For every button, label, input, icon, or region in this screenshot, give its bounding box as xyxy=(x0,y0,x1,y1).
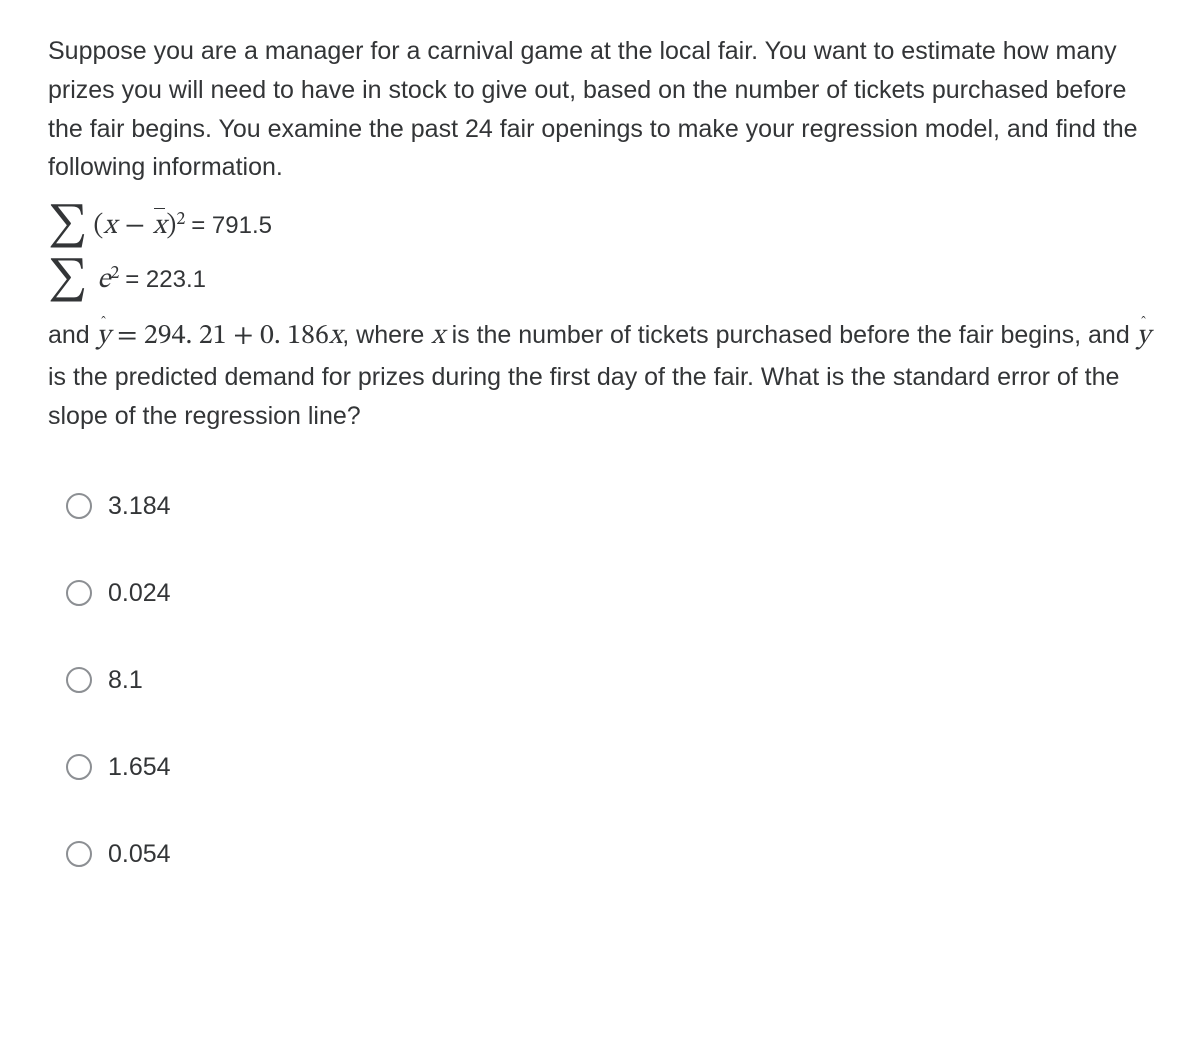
radio-icon[interactable] xyxy=(66,493,92,519)
question-body: and ˆy = 294. 21 + 0. 186x, where x is t… xyxy=(48,315,1152,436)
option-label: 0.024 xyxy=(108,579,171,608)
option-5[interactable]: 0.054 xyxy=(66,840,1152,869)
question-intro: Suppose you are a manager for a carnival… xyxy=(48,32,1152,187)
sum-e-squared-value: = 223.1 xyxy=(125,266,206,294)
option-1[interactable]: 3.184 xyxy=(66,492,1152,521)
y-hat-symbol: ˆy xyxy=(1137,315,1151,358)
question-container: Suppose you are a manager for a carnival… xyxy=(0,0,1200,869)
option-label: 1.654 xyxy=(108,753,171,782)
radio-icon[interactable] xyxy=(66,841,92,867)
option-2[interactable]: 0.024 xyxy=(66,579,1152,608)
option-label: 8.1 xyxy=(108,666,143,695)
sigma-icon: ∑ xyxy=(48,205,87,247)
radio-icon[interactable] xyxy=(66,754,92,780)
option-label: 0.054 xyxy=(108,840,171,869)
option-label: 3.184 xyxy=(108,492,171,521)
options-list: 3.184 0.024 8.1 1.654 0.054 xyxy=(48,492,1152,869)
radio-icon[interactable] xyxy=(66,580,92,606)
sum-x-squared-value: = 791.5 xyxy=(191,212,272,240)
y-hat-symbol: ˆy xyxy=(97,315,111,358)
option-4[interactable]: 1.654 xyxy=(66,753,1152,782)
x-bar-symbol: x xyxy=(153,209,166,244)
radio-icon[interactable] xyxy=(66,667,92,693)
sigma-icon: ∑ xyxy=(48,259,87,301)
equation-sum-x-squared: ∑ ( x − x ) 2 = 791.5 xyxy=(48,205,1152,247)
equation-sum-e-squared: ∑ e 2 = 223.1 xyxy=(48,259,1152,301)
option-3[interactable]: 8.1 xyxy=(66,666,1152,695)
